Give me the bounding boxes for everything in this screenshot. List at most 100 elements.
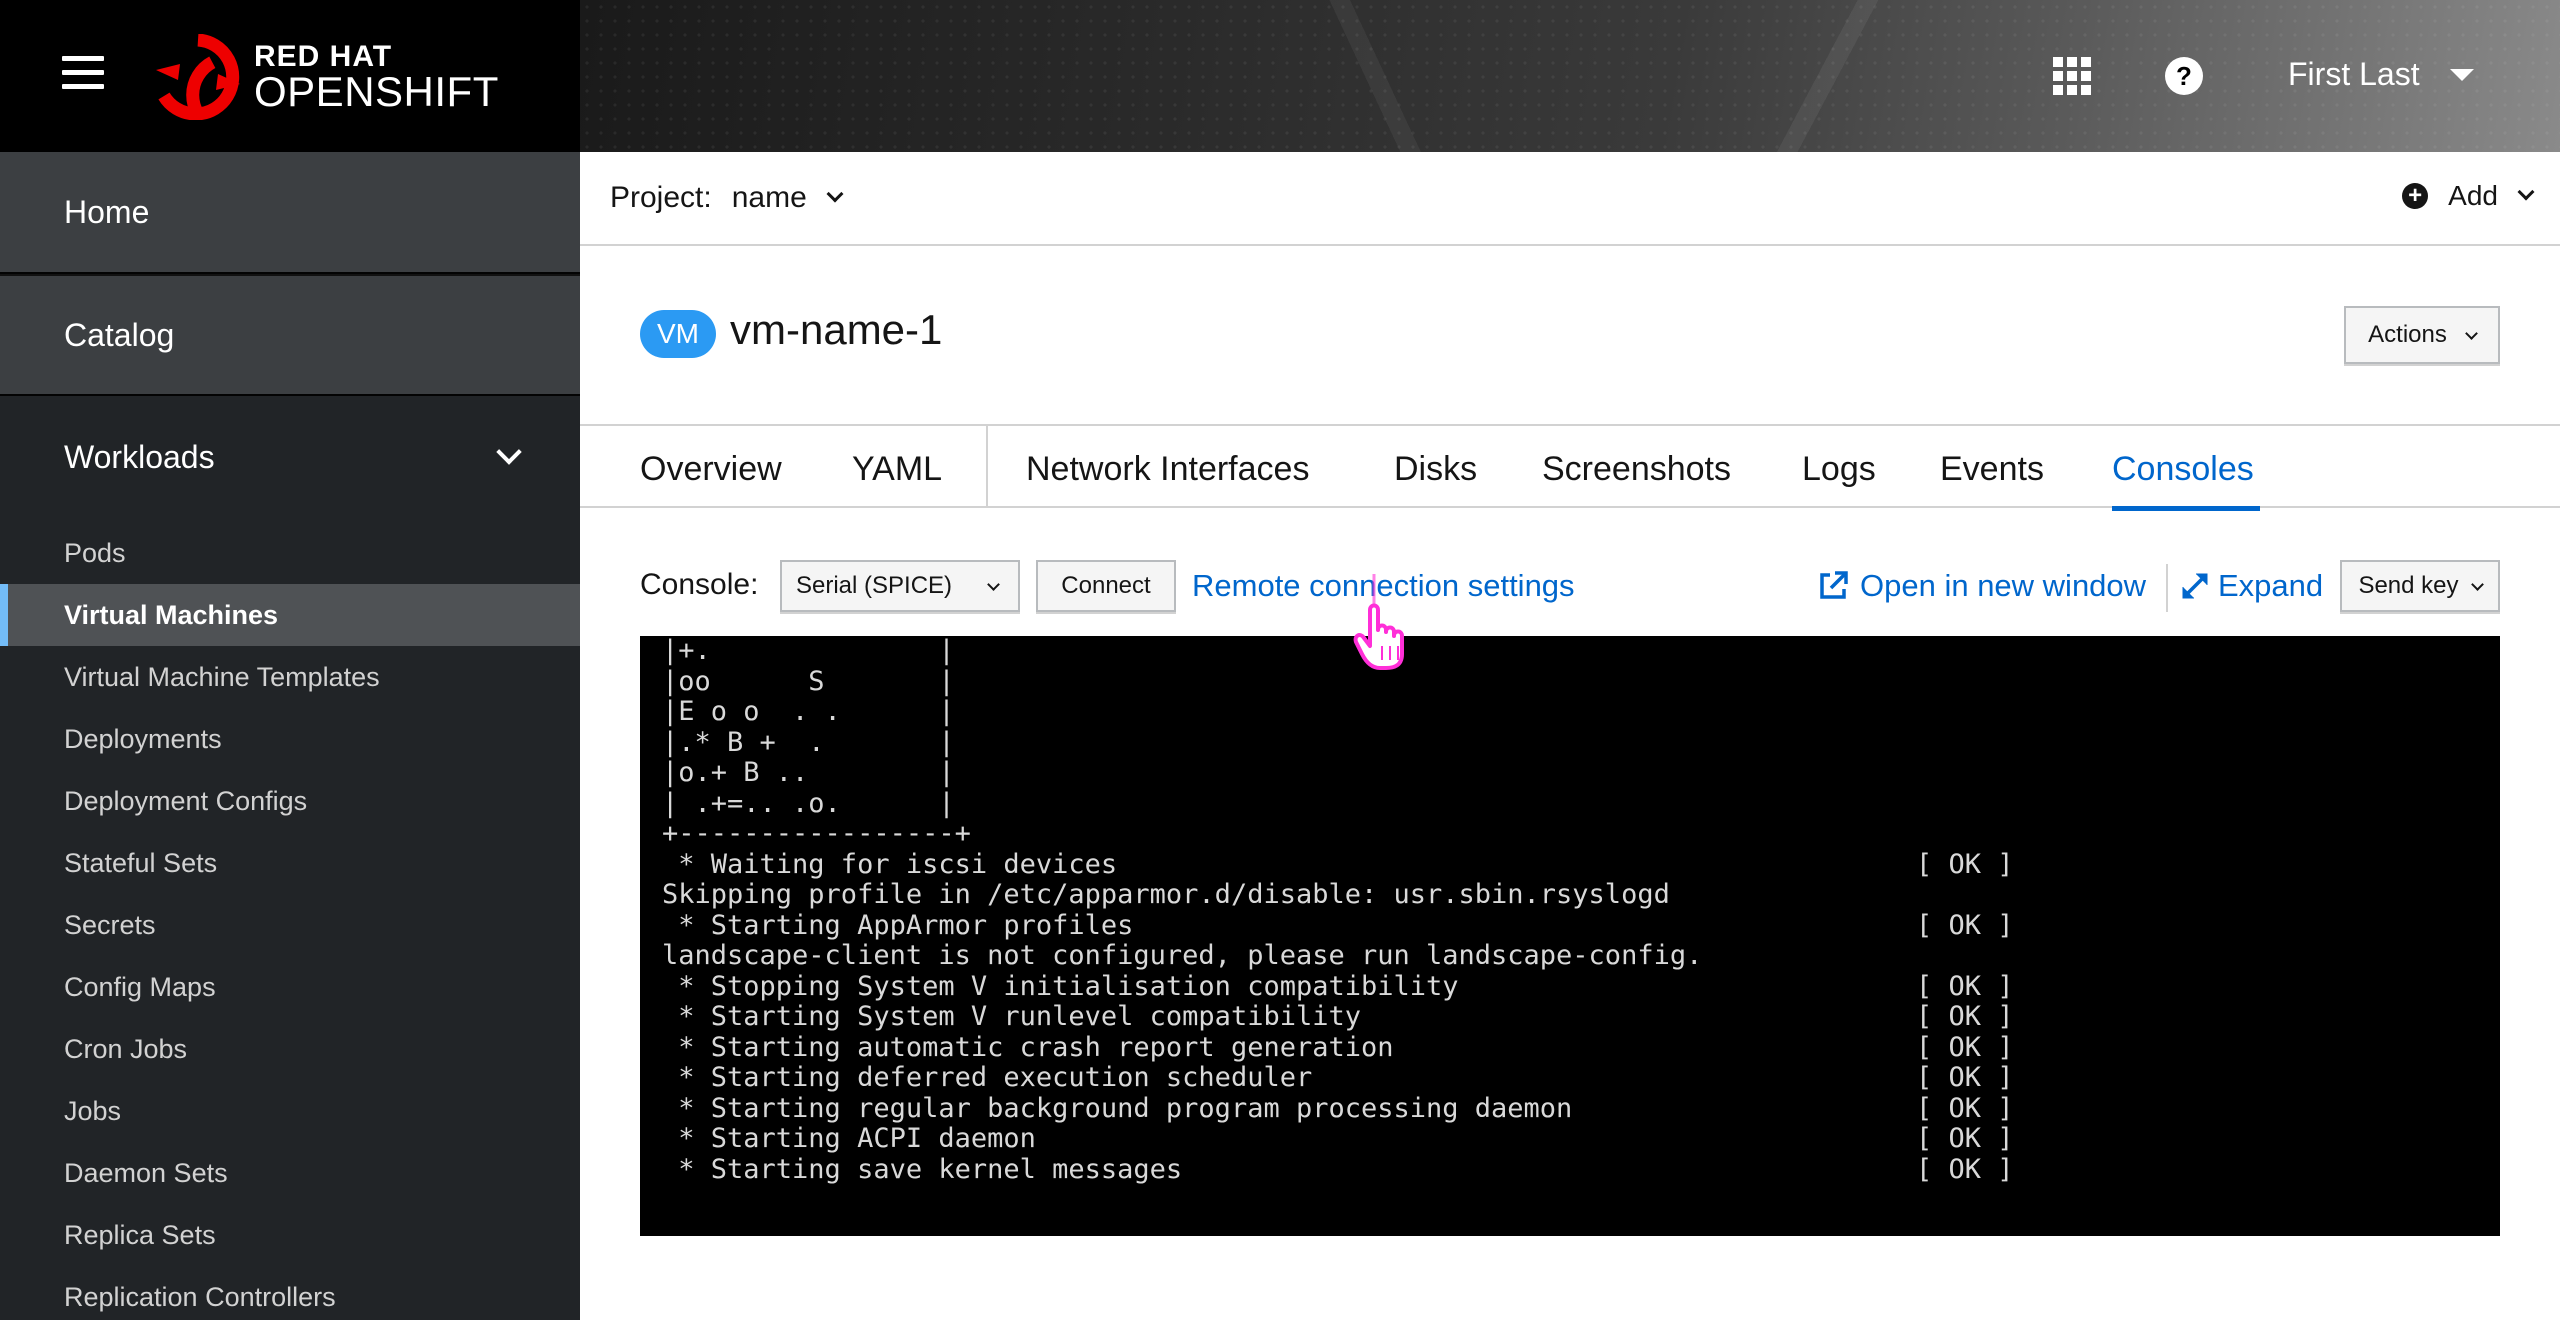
open-in-new-window-label: Open in new window (1860, 568, 2147, 603)
sidebar-item-virtual-machines[interactable]: Virtual Machines (0, 584, 580, 646)
terminal-line: * Starting AppArmor profiles (662, 909, 1134, 941)
sidebar-item-deployment-configs[interactable]: Deployment Configs (0, 770, 580, 832)
tab-yaml[interactable]: YAML (852, 450, 942, 489)
user-menu[interactable]: First Last (2288, 56, 2474, 93)
nav-catalog[interactable]: Catalog (0, 274, 580, 396)
terminal-status (1916, 819, 2014, 850)
sidebar-item-vm-templates[interactable]: Virtual Machine Templates (0, 646, 580, 708)
add-label: Add (2448, 180, 2498, 211)
open-in-new-window-link[interactable]: Open in new window (1816, 568, 2146, 604)
expand-label: Expand (2218, 568, 2324, 603)
app-launcher-icon[interactable] (2052, 56, 2092, 96)
tab-events[interactable]: Events (1940, 450, 2044, 489)
terminal-status (1916, 880, 2014, 911)
workloads-submenu: Pods Virtual Machines Virtual Machine Te… (0, 518, 580, 1320)
openshift-logo[interactable]: RED HAT OPENSHIFT (150, 34, 498, 120)
terminal-line: |oo S | (662, 665, 955, 697)
terminal-status: [ OK ] (1916, 1123, 2014, 1154)
terminal-line: Skipping profile in /etc/apparmor.d/disa… (662, 879, 1670, 910)
terminal-status: [ OK ] (1916, 1062, 2014, 1093)
terminal-status: [ OK ] (1916, 848, 2014, 880)
terminal-status (1916, 789, 2014, 820)
terminal-line: * Starting ACPI daemon (662, 1123, 1036, 1154)
actions-dropdown[interactable]: Actions (2344, 306, 2500, 364)
terminal-status (1916, 758, 2014, 789)
send-key-dropdown[interactable]: Send key (2340, 560, 2500, 612)
expand-link[interactable]: Expand (2180, 568, 2323, 604)
terminal-line: * Starting automatic crash report genera… (662, 1031, 1394, 1063)
terminal-line: * Starting regular background program pr… (662, 1092, 1573, 1124)
sidebar-item-replication-controllers[interactable]: Replication Controllers (0, 1266, 580, 1320)
masthead-background (580, 0, 2560, 152)
menu-icon[interactable] (62, 56, 104, 90)
sidebar-item-deployments[interactable]: Deployments (0, 708, 580, 770)
sidebar-item-cron-jobs[interactable]: Cron Jobs (0, 1018, 580, 1080)
terminal-status: [ OK ] (1916, 909, 2014, 941)
nav-home[interactable]: Home (0, 152, 580, 274)
console-label: Console: (640, 568, 759, 601)
sidebar-item-config-maps[interactable]: Config Maps (0, 956, 580, 1018)
connect-button[interactable]: Connect (1036, 560, 1176, 612)
vm-badge: VM (640, 310, 716, 358)
redhat-hat-icon (156, 34, 240, 120)
tab-logs[interactable]: Logs (1802, 450, 1876, 489)
terminal-status: [ OK ] (1916, 1031, 2014, 1063)
add-button[interactable]: + Add (2402, 180, 2535, 212)
chevron-down-icon (496, 439, 522, 465)
terminal-line: * Starting deferred execution scheduler (662, 1062, 1313, 1093)
svg-text:?: ? (2176, 61, 2192, 91)
chevron-down-icon (987, 578, 1000, 591)
sidebar-item-daemon-sets[interactable]: Daemon Sets (0, 1142, 580, 1204)
sidebar-item-replica-sets[interactable]: Replica Sets (0, 1204, 580, 1266)
sidebar: Home Catalog Workloads Pods Virtual Mach… (0, 152, 580, 1320)
console-type-value: Serial (SPICE) (796, 572, 953, 599)
project-selector[interactable]: name (731, 181, 844, 215)
nav-workloads[interactable]: Workloads (0, 396, 580, 518)
caret-down-icon (2449, 68, 2474, 81)
actions-label: Actions (2368, 321, 2447, 348)
terminal-line: |.* B + . | (662, 726, 955, 758)
tab-disks[interactable]: Disks (1394, 450, 1477, 489)
tab-network-interfaces[interactable]: Network Interfaces (1026, 450, 1309, 489)
terminal-status: [ OK ] (1916, 1001, 2014, 1032)
terminal-status (1916, 697, 2014, 728)
terminal-line: |o.+ B .. | (662, 757, 955, 788)
terminal-status: [ OK ] (1916, 1092, 2014, 1124)
project-bar: Project: name + Add (580, 152, 2560, 246)
console-toolbar: Console: Serial (SPICE) Connect Remote c… (580, 556, 2560, 618)
project-label: Project: (610, 181, 712, 214)
active-tab-indicator (2112, 506, 2260, 511)
terminal-line: * Stopping System V initialisation compa… (662, 970, 1459, 1002)
terminal-status (1916, 728, 2014, 759)
terminal-line: * Starting System V runlevel compatibili… (662, 1001, 1361, 1032)
external-link-icon (1820, 571, 1848, 599)
toolbar-divider (2166, 564, 2168, 612)
expand-icon (2182, 573, 2208, 599)
terminal-status: [ OK ] (1916, 1153, 2014, 1185)
serial-console-terminal[interactable]: |+. | |oo S | |E o o . . | |.* B + . | |o.+ … (640, 636, 2500, 1236)
console-type-select[interactable]: Serial (SPICE) (780, 560, 1020, 612)
sidebar-item-secrets[interactable]: Secrets (0, 894, 580, 956)
terminal-status (1916, 636, 2014, 667)
terminal-status: [ OK ] (1916, 970, 2014, 1002)
terminal-line: * Starting save kernel messages (662, 1153, 1183, 1185)
help-icon[interactable]: ? (2164, 56, 2204, 96)
tab-bar: Overview YAML Network Interfaces Disks S… (580, 424, 2560, 511)
brand-bottom: OPENSHIFT (254, 68, 499, 115)
chevron-down-icon (2517, 183, 2535, 201)
terminal-status (1916, 667, 2014, 698)
nav-workloads-label: Workloads (64, 438, 215, 475)
remote-connection-settings-link[interactable]: Remote connection settings (1192, 568, 1575, 604)
terminal-status-column: [ OK ] [ OK ] [ OK ][ OK ][ OK ][ OK ][ … (1916, 636, 2014, 1185)
masthead: RED HAT OPENSHIFT ? First Last (0, 0, 2560, 152)
sidebar-item-pods[interactable]: Pods (0, 522, 580, 584)
tab-screenshots[interactable]: Screenshots (1542, 450, 1731, 489)
tab-overview[interactable]: Overview (640, 450, 782, 489)
project-name: name (731, 181, 807, 214)
terminal-line: | .+=.. .o. | (662, 787, 955, 819)
tab-consoles[interactable]: Consoles (2112, 450, 2254, 489)
sidebar-item-stateful-sets[interactable]: Stateful Sets (0, 832, 580, 894)
sidebar-item-jobs[interactable]: Jobs (0, 1080, 580, 1142)
chevron-down-icon (2470, 577, 2484, 591)
terminal-line: |+. | (662, 636, 955, 666)
